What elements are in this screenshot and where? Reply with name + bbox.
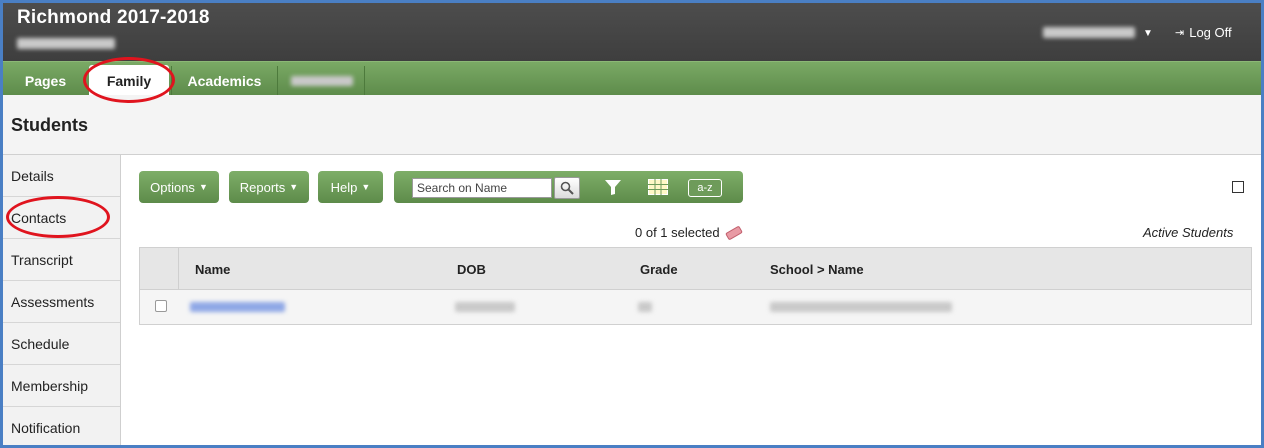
table-header: Name DOB Grade School > Name [140,248,1251,290]
logoff-link[interactable]: ⇥ Log Off [1175,25,1232,40]
selected-count-text: 0 of 1 selected [635,225,720,240]
redacted-school-name [770,302,952,312]
page-title: Students [11,115,89,135]
chevron-down-icon[interactable]: ▼ [1143,28,1153,39]
active-filter-label: Active Students [1143,225,1234,240]
caret-down-icon: ▼ [198,182,208,192]
help-button[interactable]: Help ▼ [318,171,383,203]
caret-down-icon: ▼ [289,182,299,192]
page-heading-bar: Students [3,95,1261,155]
top-header: Richmond 2017-2018 ▼ ⇥ Log Off [3,3,1261,61]
redacted-dob [455,302,515,312]
redacted-grade [638,302,652,312]
redacted-user-info [17,38,115,49]
sidebar-item-details[interactable]: Details [3,155,120,197]
tab-pages[interactable]: Pages [3,66,88,96]
app-window: Richmond 2017-2018 ▼ ⇥ Log Off Pages Fam… [0,0,1264,448]
reports-button[interactable]: Reports ▼ [229,171,309,203]
popout-icon[interactable] [1232,181,1244,193]
caret-down-icon: ▼ [361,182,371,192]
column-header-grade[interactable]: Grade [640,262,678,277]
column-divider [178,248,179,290]
logoff-icon: ⇥ [1175,27,1185,39]
redacted-student-name[interactable] [190,302,285,312]
sidebar-item-transcript[interactable]: Transcript [3,239,120,281]
redacted-user-menu[interactable] [1043,27,1135,38]
search-toolbar: a-z [394,171,743,203]
sidebar-item-contacts[interactable]: Contacts [3,197,120,239]
tab-redacted[interactable] [279,66,365,96]
sidebar-item-membership[interactable]: Membership [3,365,120,407]
column-header-name[interactable]: Name [195,262,230,277]
options-button[interactable]: Options ▼ [139,171,219,203]
column-header-school[interactable]: School > Name [770,262,864,277]
sidebar-item-notification[interactable]: Notification [3,407,120,445]
tab-bar: Pages Family Academics [3,61,1261,96]
tab-academics[interactable]: Academics [171,66,278,96]
table-row [140,290,1251,324]
tab-family[interactable]: Family [89,65,169,96]
search-icon [560,181,574,195]
logoff-label: Log Off [1189,25,1232,40]
column-header-dob[interactable]: DOB [457,262,486,277]
search-input[interactable] [412,178,552,198]
sort-az-button[interactable]: a-z [688,179,722,197]
row-checkbox[interactable] [155,300,167,312]
app-title: Richmond 2017-2018 [17,7,210,28]
filter-icon[interactable] [604,179,622,196]
search-button[interactable] [554,177,580,199]
help-label: Help [330,179,358,195]
sidebar-item-assessments[interactable]: Assessments [3,281,120,323]
redacted-tab-label [290,76,353,86]
side-navigation: Details Contacts Transcript Assessments … [3,155,121,445]
sidebar-item-schedule[interactable]: Schedule [3,323,120,365]
options-label: Options [150,179,195,195]
selection-counter: 0 of 1 selected [635,225,743,240]
students-table: Name DOB Grade School > Name [139,247,1252,325]
main-content: Options ▼ Reports ▼ Help ▼ Search on Nam… [122,155,1261,445]
eraser-icon[interactable] [724,225,743,240]
columns-grid-icon[interactable] [648,179,668,195]
reports-label: Reports [239,179,286,195]
